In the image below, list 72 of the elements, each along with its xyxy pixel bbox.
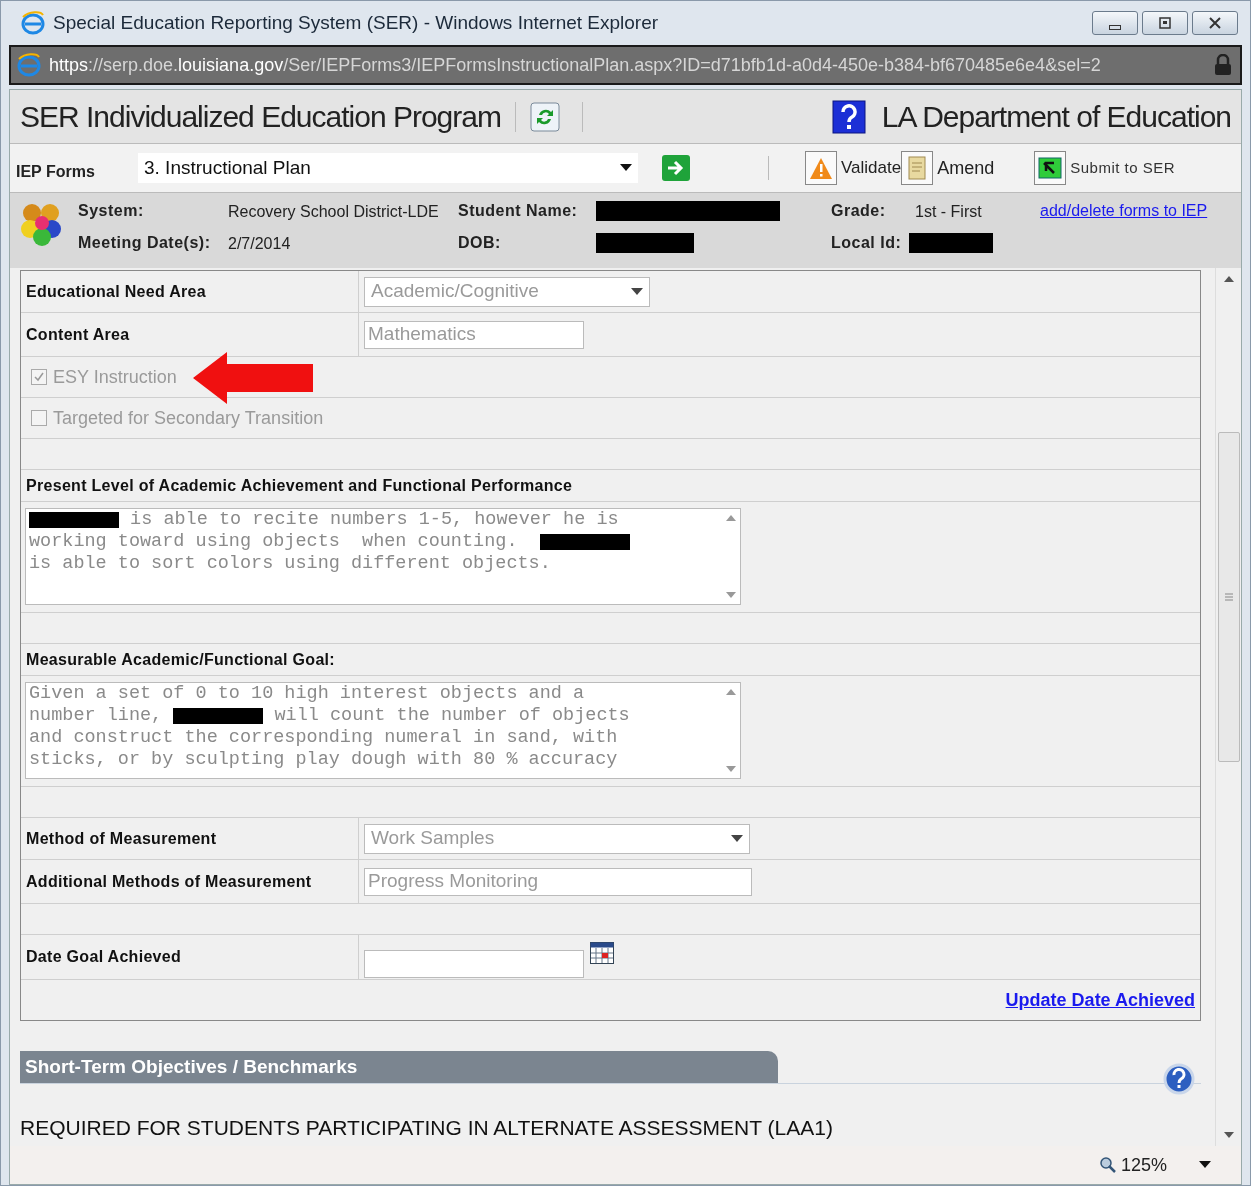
go-button[interactable] — [662, 155, 690, 181]
info-value: 2/7/2014 — [228, 234, 292, 252]
section-heading: Present Level of Academic Achievement and Functional Performance — [25, 475, 573, 496]
text-line: is able to sort colors using different objects. — [29, 553, 551, 575]
dropdown-caret-icon — [631, 288, 643, 295]
text-line: is able to recite numbers 1-5, however he is — [129, 509, 619, 531]
dropdown-caret-icon — [620, 164, 632, 172]
restore-button[interactable] — [1142, 11, 1188, 35]
field-label: Date Goal Achieved — [26, 947, 182, 967]
info-value: Recovery School District-LDE — [228, 202, 440, 220]
info-label: Student Name: — [458, 201, 579, 221]
help-icon[interactable] — [831, 99, 866, 134]
text-line: and construct the corresponding numeral in sand, with — [29, 727, 618, 749]
info-label: Grade: — [831, 201, 887, 221]
browser-logo-icon — [17, 53, 41, 77]
restore-icon — [1158, 16, 1172, 30]
url-text: https://serp.doe.louisiana.gov/Ser/IEPForms3/IEPFormsInstructionalPlan.aspx?ID=d71bfb1d-a0d4-450e-b384-bf670485e6e4&sel=2 — [49, 53, 1101, 77]
update-link[interactable]: Update Date Achieved — [1005, 986, 1195, 1014]
text-area[interactable] — [25, 682, 741, 779]
toolbar-submit-button[interactable]: Submit to SER — [1034, 151, 1176, 185]
scroll-down-icon[interactable] — [1223, 1132, 1234, 1138]
toolbar-validate-button[interactable]: Validate — [805, 151, 902, 185]
form-select[interactable]: 3. Instructional Plan — [138, 153, 638, 183]
date-field[interactable] — [364, 950, 584, 978]
checkbox[interactable] — [31, 369, 47, 385]
scroll-up-icon[interactable] — [726, 515, 736, 521]
minimize-icon — [1109, 24, 1121, 30]
checkbox[interactable] — [31, 410, 47, 426]
info-label: System: — [78, 201, 145, 221]
field-label: Method of Measurement — [26, 828, 217, 849]
minimize-button[interactable] — [1092, 11, 1138, 35]
info-value: 1st - First — [915, 202, 983, 220]
text-line: number line, — [29, 705, 164, 727]
lock-icon — [1214, 54, 1232, 76]
field-label: Educational Need Area — [26, 281, 206, 302]
dropdown-caret-icon — [731, 835, 743, 842]
refresh-button[interactable] — [529, 101, 560, 132]
field-label: Additional Methods of Measurement — [26, 871, 312, 892]
section-heading: Measurable Academic/Functional Goal: — [25, 649, 335, 670]
window-title: Special Education Reporting System (SER) - Windows Internet Explorer — [53, 10, 659, 35]
scroll-thumb[interactable] — [1217, 432, 1240, 762]
dropdown-caret-icon[interactable] — [1199, 1161, 1211, 1169]
checkbox-label: Targeted for Secondary Transition — [53, 406, 324, 430]
app-title: SER Individualized Education Program — [20, 99, 501, 135]
scroll-up-icon[interactable] — [1223, 276, 1234, 282]
grip-icon — [1224, 593, 1233, 601]
forms-link[interactable]: add/delete forms to IEP — [1040, 199, 1208, 223]
address-bar[interactable]: https://serp.doe.louisiana.gov/Ser/IEPForms3/IEPFormsInstructionalPlan.aspx?ID=d71bfb1d-a0d4-450e-b384-bf670485e6e4&sel=2 — [9, 45, 1242, 85]
text-line: sticks, or by sculpting play dough with 80 % accuracy — [29, 749, 618, 771]
scroll-up-icon[interactable] — [726, 689, 736, 695]
checkbox-label: ESY Instruction — [53, 365, 177, 389]
organization-name: LA Department of Education — [881, 99, 1231, 135]
toolbar-amend-button[interactable]: Amend — [901, 151, 995, 185]
text-line: Given a set of 0 to 10 high interest objects and a — [29, 683, 585, 705]
info-label: Meeting Date(s): — [78, 233, 212, 253]
scroll-down-icon[interactable] — [726, 766, 736, 772]
text-line: will count the number of objects — [273, 705, 630, 727]
zoom-icon — [1098, 1156, 1117, 1174]
info-label: Local Id: — [831, 233, 903, 253]
toolbar-label: IEP Forms — [16, 162, 96, 182]
zoom-level: 125% — [1120, 1153, 1167, 1177]
field-label: Content Area — [26, 324, 130, 345]
requirement-note: REQUIRED FOR STUDENTS PARTICIPATING IN ALTERNATE ASSESSMENT (LAA1) — [20, 1115, 834, 1141]
scrollbar[interactable] — [1215, 268, 1241, 1146]
close-button[interactable] — [1192, 11, 1238, 35]
text-line: working toward using objects when counting. — [29, 531, 519, 553]
calendar-button[interactable] — [590, 942, 614, 964]
scroll-down-icon[interactable] — [726, 592, 736, 598]
text-area[interactable]: is able to recite numbers 1-5, however he is working toward using objects when counting. is able to sort colors using different objects. — [25, 508, 741, 605]
info-label: DOB: — [458, 233, 502, 253]
browser-logo-icon — [21, 11, 45, 35]
close-icon — [1208, 16, 1222, 30]
